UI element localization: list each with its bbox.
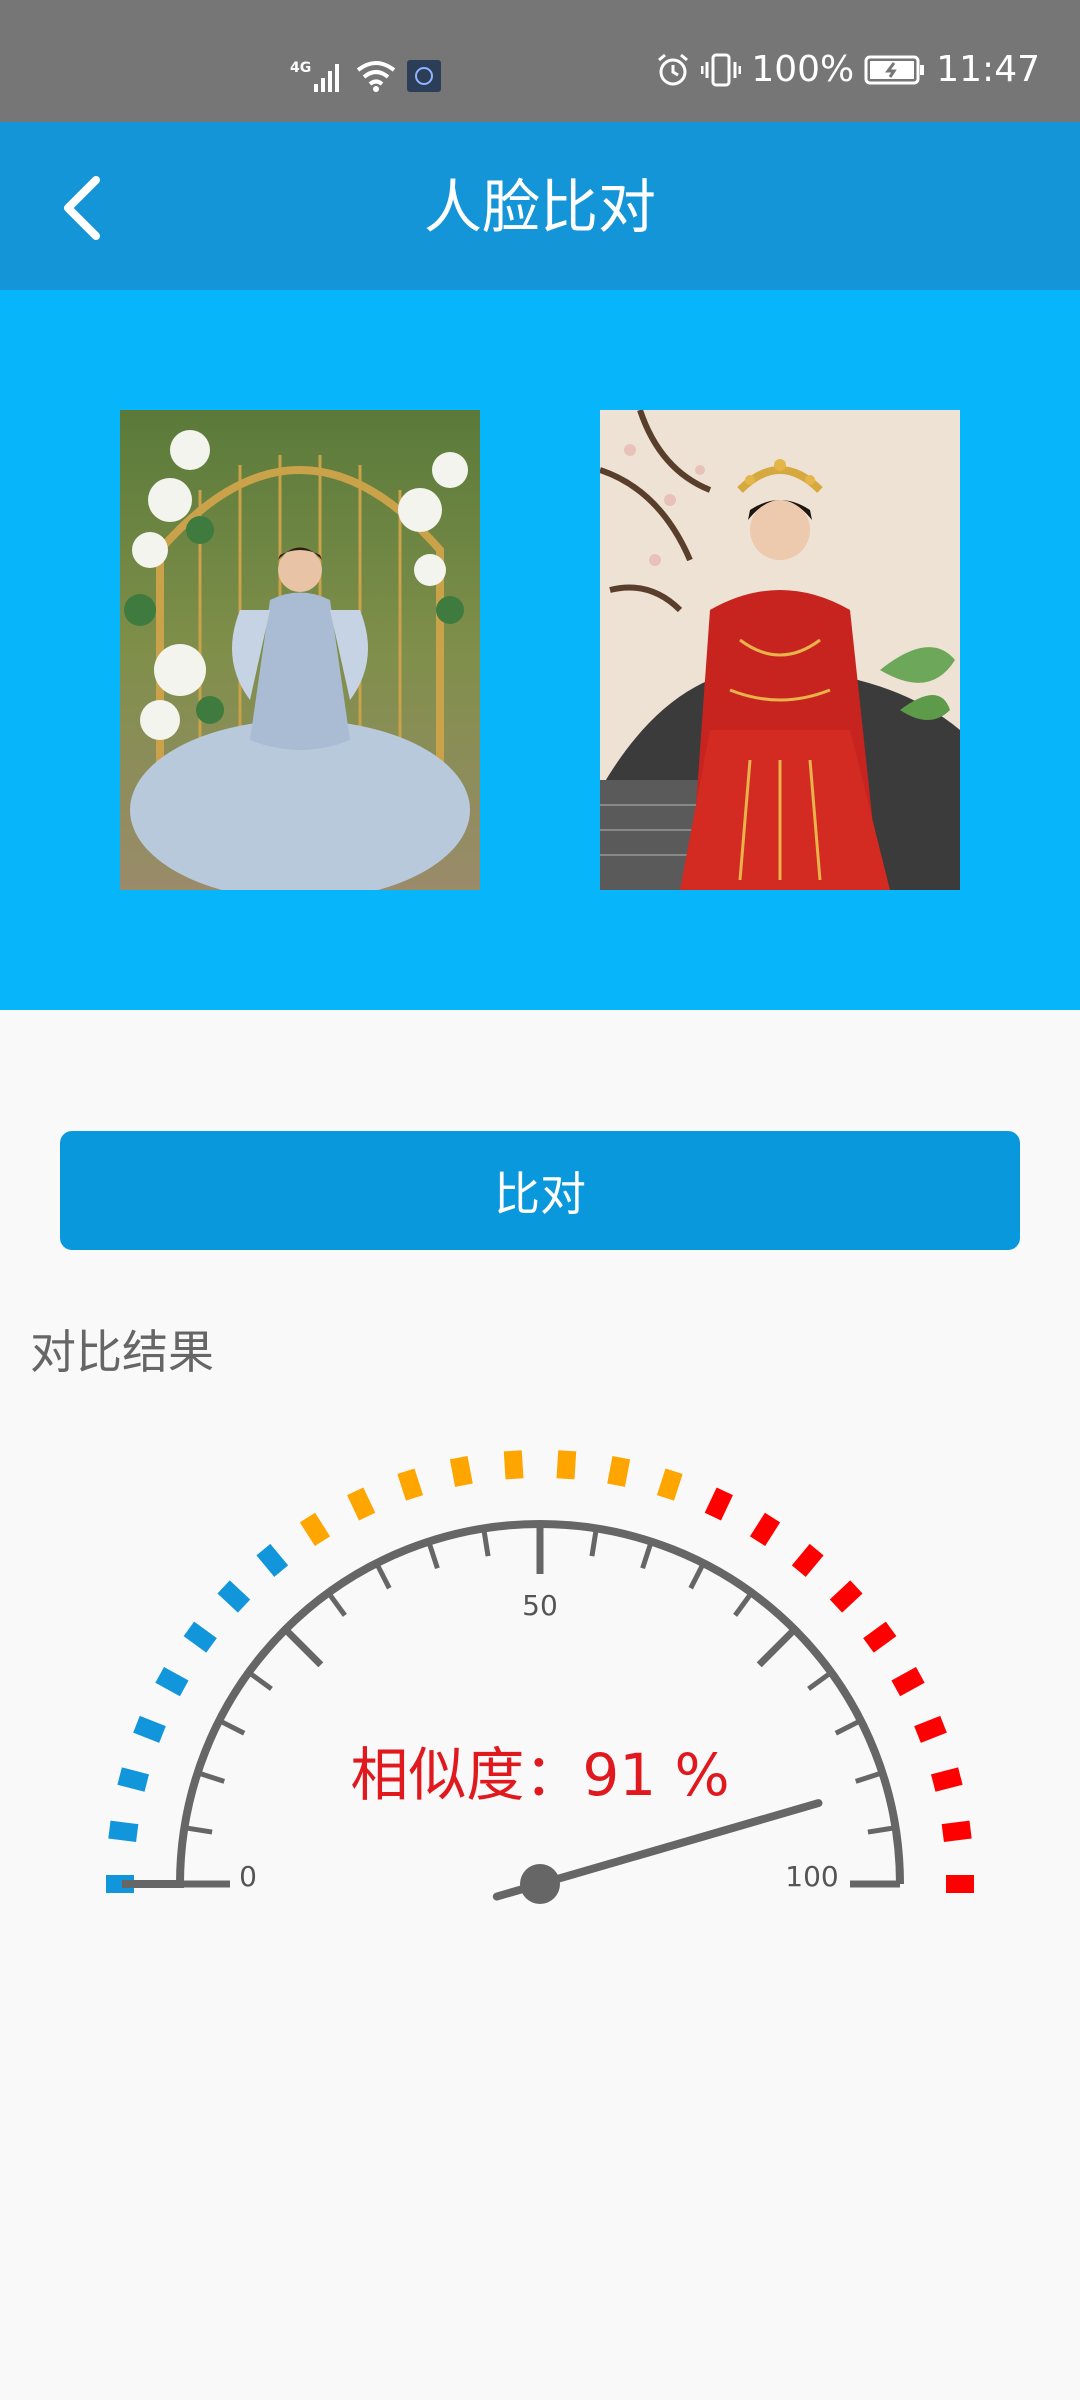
gauge-segment [941,1820,972,1843]
gauge-segment [891,1667,925,1697]
gauge-segment [117,1767,149,1792]
signal-icon: 4G [290,60,339,92]
battery-percent: 100% [751,49,855,90]
wifi-icon [356,61,396,92]
gauge-minor-tick [184,1825,213,1835]
gauge-segment [656,1468,683,1501]
photo-2[interactable] [600,410,960,890]
gauge-minor-tick [807,1670,833,1691]
gauge-segment [791,1543,824,1577]
gauge-segment [829,1580,863,1613]
gauge-segment [931,1767,963,1792]
gauge-segment [863,1621,897,1653]
photo-panel [0,290,1080,1010]
gauge-dial-arc [122,1520,904,1888]
gauge-segment [397,1468,424,1501]
status-bar: 4G 100% 11:47 [0,0,1080,122]
vibrate-icon [701,53,742,87]
status-left: 4G [290,58,442,94]
gauge-minor-tick [326,1591,347,1617]
app-bar: 人脸比对 [0,122,1080,290]
alarm-icon [658,53,689,86]
gauge-segment [183,1621,217,1653]
gauge-segment [749,1512,781,1547]
gauge-segment [556,1450,577,1480]
photo-1[interactable] [120,410,480,890]
bride-photo-red-dress [600,410,960,890]
similarity-value-text: 相似度：91 % [350,1741,729,1809]
gauge-minor-tick [247,1670,273,1691]
battery-icon [864,55,925,85]
gauge-color-ring [106,1450,974,1893]
gauge-segment [108,1820,139,1843]
gauge-segment [133,1715,166,1743]
gauge-segment [347,1487,376,1521]
gauge-segment [217,1580,251,1613]
bride-photo-blue-gown [120,410,480,890]
gauge-segment [914,1715,947,1743]
result-label: 对比结果 [30,1325,214,1379]
gauge-major-tick [282,1626,324,1668]
tick-label-mid: 50 [522,1589,558,1622]
compare-button[interactable]: 比对 [60,1131,1020,1250]
gauge-minor-tick [196,1770,226,1784]
gauge-minor-tick [854,1770,884,1784]
gauge-major-tick [756,1626,798,1668]
gauge-segment [256,1543,289,1577]
clock: 11:47 [936,49,1040,90]
gauge-segment [299,1512,331,1547]
gauge-segment [155,1667,189,1697]
tick-label-max: 100 [785,1860,838,1893]
app-notification-icon [407,60,441,92]
gauge-segment [449,1456,473,1487]
gauge-minor-tick [481,1528,491,1557]
gauge-segment [503,1450,524,1480]
tick-label-min: 0 [239,1860,257,1893]
gauge-minor-tick [733,1591,754,1617]
gauge-segment [704,1487,733,1521]
gauge-minor-tick [640,1540,654,1570]
similarity-gauge: 0 50 100 相似度：91 % [106,1450,974,1904]
status-right: 100% 11:47 [655,52,1040,88]
gauge-minor-tick [834,1718,862,1736]
gauge-segment [607,1456,631,1487]
gauge-minor-tick [688,1562,706,1590]
svg-text:4G: 4G [290,60,311,76]
gauge-minor-tick [218,1718,246,1736]
gauge-needle-hub [520,1864,560,1904]
gauge-minor-tick [589,1528,599,1557]
gauge-minor-tick [867,1825,896,1835]
gauge-minor-tick [426,1540,440,1570]
gauge-minor-tick [374,1562,392,1590]
page-title: 人脸比对 [423,173,656,241]
gauge-ticks [180,1524,900,1888]
